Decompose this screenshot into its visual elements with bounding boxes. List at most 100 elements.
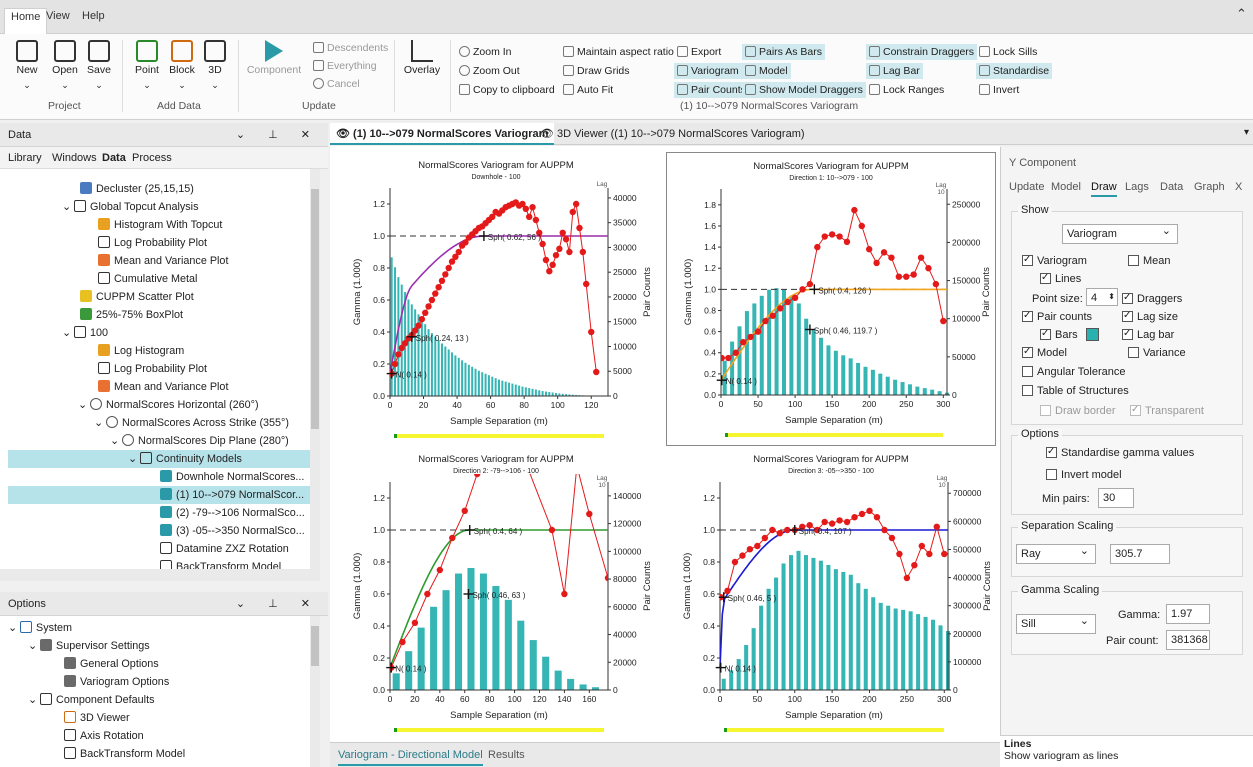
tab-results[interactable]: Results — [488, 749, 525, 761]
checkbox[interactable] — [1122, 327, 1133, 341]
lag-bar-toggle[interactable]: Lag Bar — [866, 63, 923, 79]
variogram-toggle[interactable]: Variogram — [674, 63, 742, 79]
tab-graph[interactable]: Graph — [1194, 181, 1225, 193]
tree-item[interactable]: (3) -05-->350 NormalSco... — [160, 522, 305, 540]
gamma-scaling-select[interactable]: Sill — [1016, 612, 1096, 634]
invert-model-checkbox[interactable]: Invert model — [1046, 468, 1122, 482]
model-checkbox[interactable]: Model — [1022, 345, 1067, 360]
zoom-out-button[interactable]: Zoom Out — [456, 63, 523, 79]
bar-color-swatch[interactable] — [1085, 328, 1099, 341]
tree-item[interactable]: Mean and Variance Plot — [98, 378, 228, 396]
standardise-toggle[interactable]: Standardise — [976, 63, 1053, 79]
min-pairs-input[interactable]: 30 — [1098, 488, 1134, 508]
tab-directional-model[interactable]: Variogram - Directional Model — [338, 749, 483, 766]
tree-item[interactable]: Cumulative Metal — [98, 270, 197, 288]
tree-item[interactable]: Log Probability Plot — [98, 234, 207, 252]
tab-data[interactable]: Data — [1160, 181, 1183, 193]
tree-item-selected[interactable]: ⌄ Continuity Models — [8, 450, 310, 468]
tree-item[interactable]: ⌄ NormalScores Dip Plane (280°) — [110, 432, 289, 450]
tab-home[interactable]: Home — [4, 8, 48, 34]
lag-bar-checkbox[interactable]: Lag bar — [1122, 327, 1174, 342]
invert-button[interactable]: Invert — [976, 82, 1022, 98]
tree-item[interactable]: Datamine ZXZ Rotation — [160, 540, 289, 558]
tree-item[interactable]: ⌄ 100 — [62, 324, 108, 342]
tree-item[interactable]: Variogram Options — [64, 673, 169, 691]
bars-checkbox[interactable]: Bars — [1040, 327, 1099, 342]
lock-sills-button[interactable]: Lock Sills — [976, 44, 1040, 60]
scrollbar-thumb[interactable] — [311, 626, 319, 666]
separation-scaling-select[interactable]: Ray — [1016, 542, 1096, 564]
tree-item[interactable]: Mean and Variance Plot — [98, 252, 228, 270]
pairs-as-bars-toggle[interactable]: Pairs As Bars — [742, 44, 826, 60]
draggers-checkbox[interactable]: Draggers — [1122, 291, 1182, 306]
point-button[interactable]: Point ⌄ — [130, 40, 164, 91]
variogram-chart-direction-2[interactable]: NormalScores Variogram for AUPPM Directio… — [336, 446, 656, 740]
tab-data[interactable]: Data — [102, 152, 126, 164]
constrain-draggers-toggle[interactable]: Constrain Draggers — [866, 44, 978, 60]
data-tree-scrollbar[interactable] — [310, 169, 320, 581]
copy-clipboard-button[interactable]: Copy to clipboard — [456, 82, 558, 98]
point-size-input[interactable]: 4 ⬍ — [1086, 288, 1118, 306]
checkbox[interactable] — [1040, 271, 1051, 285]
tab-view[interactable]: View — [46, 10, 70, 22]
variance-checkbox[interactable]: Variance — [1128, 346, 1186, 360]
show-model-draggers-toggle[interactable]: Show Model Draggers — [742, 82, 866, 98]
table-of-structures-checkbox[interactable]: Table of Structures — [1022, 384, 1129, 398]
checkbox[interactable] — [1022, 385, 1033, 396]
tab-windows[interactable]: Windows — [52, 152, 97, 164]
variogram-chart-direction-1[interactable]: NormalScores Variogram for AUPPM Directio… — [666, 152, 996, 446]
variogram-checkbox[interactable]: Variogram — [1022, 253, 1087, 268]
tree-item-active[interactable]: (1) 10-->079 NormalScor... — [8, 486, 310, 504]
maintain-aspect-button[interactable]: Maintain aspect ratio — [560, 44, 677, 60]
checkbox[interactable] — [1022, 309, 1033, 323]
pair-counts-checkbox[interactable]: Pair counts — [1022, 309, 1092, 324]
tree-item[interactable]: BackTransform Model — [64, 745, 185, 763]
checkbox[interactable] — [1022, 366, 1033, 377]
checkbox[interactable] — [1022, 253, 1033, 267]
standardise-checkbox[interactable]: Standardise gamma values — [1046, 445, 1194, 460]
export-button[interactable]: Export — [674, 44, 724, 60]
variogram-chart-downhole[interactable]: NormalScores Variogram for AUPPM Downhole… — [336, 152, 656, 446]
variogram-chart-direction-3[interactable]: NormalScores Variogram for AUPPM Directio… — [666, 446, 996, 740]
tree-item[interactable]: ⌄ NormalScores Horizontal (260°) — [78, 396, 259, 414]
block-button[interactable]: Block ⌄ — [165, 40, 199, 91]
tab-list-icon[interactable]: ▾ — [1244, 127, 1249, 138]
auto-fit-button[interactable]: Auto Fit — [560, 82, 616, 98]
show-select[interactable]: Variogram — [1062, 222, 1178, 244]
panel-controls-icon[interactable]: ⌄ ⊥ ✕ — [236, 123, 320, 147]
lines-checkbox[interactable]: Lines — [1040, 271, 1081, 286]
tree-item[interactable]: Decluster (25,15,15) — [80, 180, 194, 198]
checkbox[interactable] — [1046, 469, 1057, 480]
descendents-button[interactable]: Descendents — [310, 40, 391, 56]
tree-item[interactable]: ⌄ System — [8, 619, 72, 637]
lag-size-checkbox[interactable]: Lag size — [1122, 309, 1178, 324]
tab-variogram[interactable]: 👁 (1) 10-->079 NormalScores Variogram — [330, 123, 555, 145]
tab-update[interactable]: Update — [1009, 181, 1044, 193]
tab-draw[interactable]: Draw — [1091, 181, 1117, 197]
gamma-input[interactable]: 1.97 — [1166, 604, 1210, 624]
checkbox[interactable] — [1122, 291, 1133, 305]
checkbox[interactable] — [1040, 327, 1051, 341]
options-tree-scrollbar[interactable] — [310, 616, 320, 767]
data-tree-hscrollbar[interactable] — [0, 569, 310, 581]
tree-item[interactable]: Downhole NormalScores... — [160, 468, 304, 486]
collapse-ribbon-icon[interactable]: ⌃ — [1236, 6, 1247, 22]
model-toggle[interactable]: Model — [742, 63, 791, 79]
tree-item[interactable]: Histogram With Topcut — [98, 216, 222, 234]
checkbox[interactable] — [1122, 309, 1133, 323]
tree-item[interactable]: ⌄ Component Defaults — [28, 691, 154, 709]
mean-checkbox[interactable]: Mean — [1128, 254, 1171, 268]
checkbox[interactable] — [1128, 255, 1139, 266]
tree-item[interactable]: CUPPM Scatter Plot — [80, 288, 194, 306]
cancel-button[interactable]: Cancel — [310, 76, 363, 92]
tree-item[interactable]: 3D Viewer — [64, 709, 130, 727]
separation-scaling-input[interactable]: 305.7 — [1110, 544, 1170, 564]
component-button[interactable]: Component — [246, 40, 302, 76]
checkbox[interactable] — [1046, 445, 1057, 459]
tab-library[interactable]: Library — [8, 152, 42, 164]
draw-grids-button[interactable]: Draw Grids — [560, 63, 633, 79]
overlay-button[interactable]: Overlay — [402, 40, 442, 76]
everything-button[interactable]: Everything — [310, 58, 380, 74]
tree-item[interactable]: 25%-75% BoxPlot — [80, 306, 183, 324]
checkbox[interactable] — [1128, 347, 1139, 358]
